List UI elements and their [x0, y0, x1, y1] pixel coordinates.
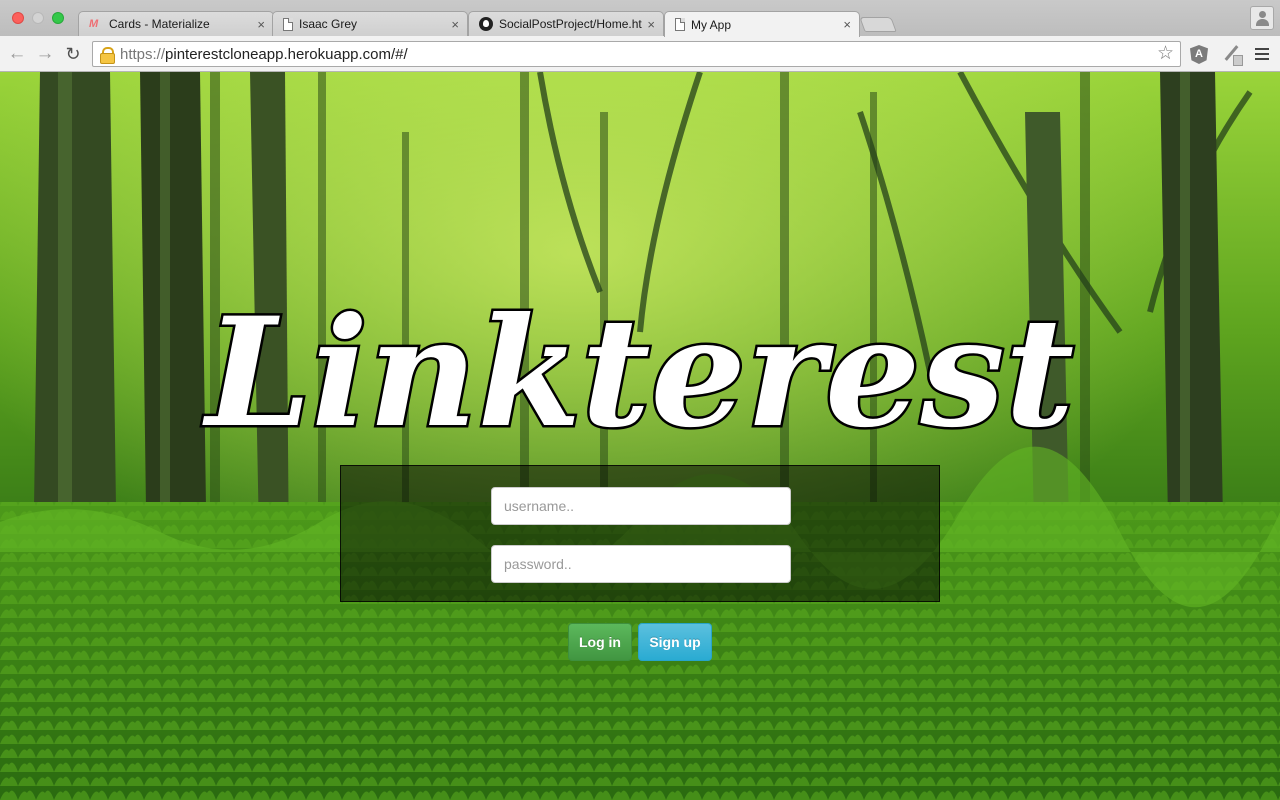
document-icon — [283, 17, 293, 31]
zoom-window-button[interactable] — [52, 12, 64, 24]
address-url[interactable]: https://pinterestcloneapp.herokuapp.com/… — [120, 46, 408, 63]
close-icon[interactable]: × — [451, 18, 459, 31]
github-icon — [479, 17, 493, 31]
tab-isaac-grey[interactable]: Isaac Grey × — [272, 11, 468, 36]
materialize-icon: M — [89, 18, 99, 30]
username-input[interactable] — [491, 487, 791, 525]
document-icon — [675, 18, 685, 31]
new-tab-button[interactable] — [859, 17, 897, 32]
page-viewport: Linkterest Log in Sign up — [0, 72, 1280, 800]
angular-extension-icon[interactable]: A — [1190, 45, 1208, 64]
login-form-panel — [340, 465, 940, 602]
minimize-window-button[interactable] — [32, 12, 44, 24]
tab-socialpostproject[interactable]: SocialPostProject/Home.ht × — [468, 11, 664, 36]
login-button[interactable]: Log in — [568, 623, 632, 661]
tab-title: Isaac Grey — [299, 17, 358, 31]
browser-tabstrip: M Cards - Materialize × Isaac Grey × Soc… — [0, 0, 1280, 37]
hamburger-menu-icon[interactable] — [1255, 48, 1269, 60]
address-bar[interactable]: https://pinterestcloneapp.herokuapp.com/… — [92, 41, 1181, 67]
tab-title: My App — [691, 17, 732, 32]
tab-cards-materialize[interactable]: M Cards - Materialize × — [78, 11, 274, 36]
password-input[interactable] — [491, 545, 791, 583]
logo-text: Linkterest — [202, 285, 1074, 452]
tab-my-app[interactable]: My App × — [664, 11, 860, 37]
reload-icon[interactable]: ↻ — [62, 43, 84, 65]
signup-button[interactable]: Sign up — [638, 623, 712, 661]
close-window-button[interactable] — [12, 12, 24, 24]
eyedropper-extension-icon[interactable] — [1221, 44, 1243, 66]
lock-icon[interactable] — [100, 47, 115, 64]
back-arrow-icon[interactable]: ← — [6, 43, 28, 65]
tab-title: SocialPostProject/Home.ht — [499, 17, 642, 31]
bookmark-star-icon[interactable]: ☆ — [1157, 43, 1174, 65]
close-icon[interactable]: × — [647, 18, 655, 31]
close-icon[interactable]: × — [257, 18, 265, 31]
close-icon[interactable]: × — [843, 18, 851, 31]
browser-toolbar: ← → ↻ https://pinterestcloneapp.herokuap… — [0, 36, 1280, 72]
linkterest-logo: Linkterest — [199, 283, 1076, 453]
tab-title: Cards - Materialize — [109, 17, 210, 31]
forward-arrow-icon[interactable]: → — [34, 43, 56, 65]
profile-icon[interactable] — [1250, 6, 1274, 30]
